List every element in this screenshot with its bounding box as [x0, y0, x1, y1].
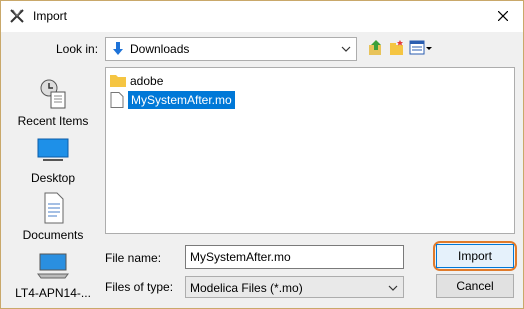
place-label: Recent Items: [17, 114, 89, 128]
place-desktop[interactable]: Desktop: [9, 131, 97, 187]
files-of-type-label: Files of type:: [105, 280, 174, 294]
place-recent-items[interactable]: Recent Items: [9, 74, 97, 130]
details-view-icon: [409, 40, 432, 55]
look-in-dropdown[interactable]: Downloads: [105, 37, 357, 61]
place-label: Documents: [22, 228, 84, 242]
file-name: adobe: [130, 74, 164, 88]
file-name-label: File name:: [105, 251, 162, 265]
place-label: LT4-APN14-...: [15, 286, 91, 300]
desktop-icon: [37, 138, 69, 161]
look-in-label: Look in:: [56, 42, 99, 56]
new-folder-button[interactable]: [388, 39, 406, 57]
place-label: Desktop: [30, 171, 76, 185]
app-logo-icon: [10, 9, 24, 23]
close-button[interactable]: [491, 5, 515, 27]
view-menu-button[interactable]: [409, 39, 433, 57]
file-icon: [110, 92, 124, 108]
documents-icon: [44, 192, 64, 224]
place-documents[interactable]: Documents: [9, 188, 97, 244]
chevron-down-icon: [341, 46, 351, 52]
close-icon: [498, 11, 508, 21]
up-one-level-button[interactable]: [367, 39, 385, 57]
import-dialog: Import Look in: Downloads Recent Items D…: [0, 0, 524, 309]
files-of-type-value: Modelica Files (*.mo): [190, 281, 303, 295]
file-name: MySystemAfter.mo: [127, 90, 236, 110]
computer-icon: [37, 253, 69, 279]
window-title: Import: [33, 9, 68, 23]
places-bar: Recent Items Desktop Documents LT4-APN14…: [9, 66, 97, 300]
file-list[interactable]: adobe MySystemAfter.mo: [105, 67, 515, 234]
folder-up-icon: [369, 40, 381, 55]
folder-icon: [110, 75, 126, 87]
download-arrow-icon: [113, 42, 123, 55]
recent-items-icon: [40, 79, 66, 109]
place-computer[interactable]: LT4-APN14-...: [9, 246, 97, 302]
title-bar: Import: [1, 1, 523, 32]
look-in-value: Downloads: [130, 42, 190, 56]
chevron-down-icon: [388, 285, 398, 291]
files-of-type-dropdown[interactable]: Modelica Files (*.mo): [185, 276, 404, 298]
cancel-button[interactable]: Cancel: [436, 274, 514, 298]
import-button[interactable]: Import: [436, 244, 514, 268]
new-folder-icon: [390, 40, 403, 55]
file-name-field[interactable]: [185, 245, 404, 269]
